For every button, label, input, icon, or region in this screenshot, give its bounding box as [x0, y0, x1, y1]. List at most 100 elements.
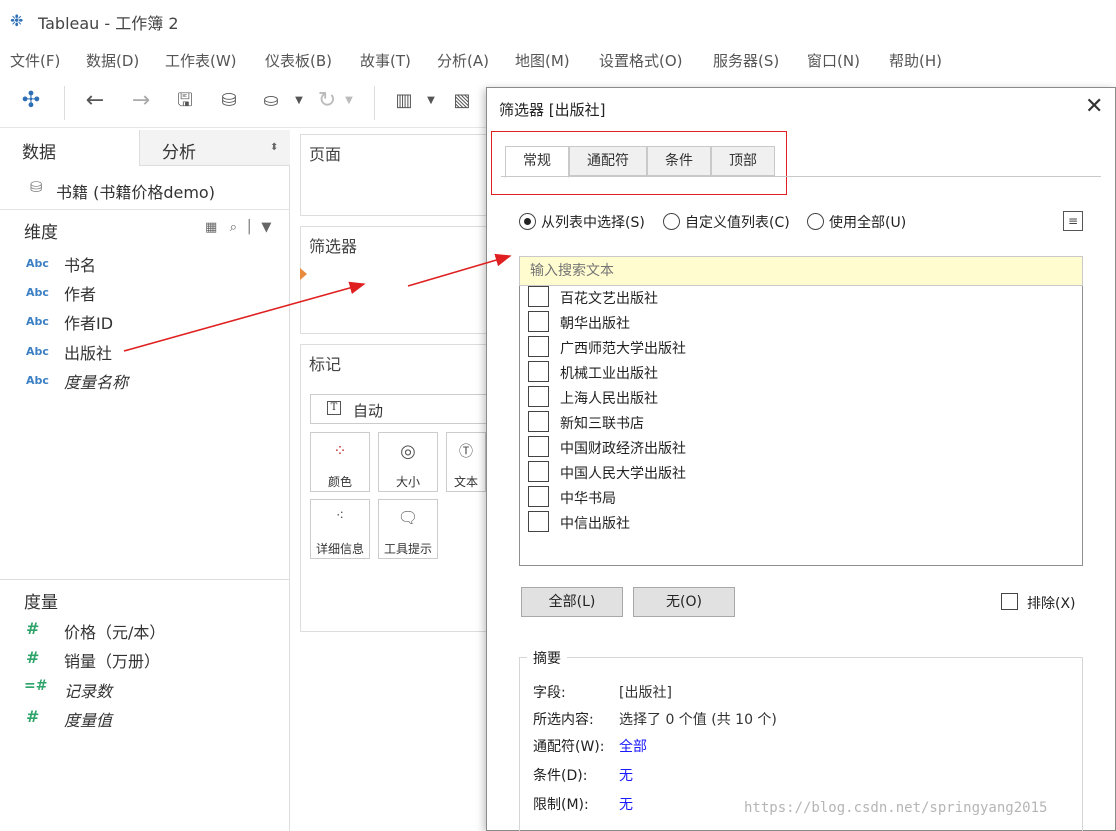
list-item-label: 中国财政经济出版社: [560, 441, 686, 457]
grid-view-icon[interactable]: ▦: [205, 220, 217, 235]
checkbox[interactable]: [528, 311, 549, 332]
list-item-label: 新知三联书店: [560, 416, 644, 432]
tooltip-button[interactable]: 🗨 工具提示: [378, 499, 438, 559]
field-name: 价格（元/本）: [64, 623, 166, 642]
chevron-down-icon[interactable]: ▼: [424, 88, 438, 114]
tab-analysis[interactable]: 分析: [140, 130, 290, 166]
summary-title: 摘要: [527, 648, 567, 668]
sort-icon[interactable]: ⬍: [270, 142, 278, 153]
checkbox[interactable]: [528, 461, 549, 482]
back-arrow-icon[interactable]: ←: [82, 88, 108, 114]
radio-circle: [519, 213, 536, 230]
checkbox[interactable]: [528, 336, 549, 357]
text-mark-icon: T: [327, 401, 341, 415]
menu-dashboard[interactable]: 仪表板(B): [265, 50, 332, 71]
number-type-icon: #: [26, 707, 40, 726]
chevron-down-icon[interactable]: ▼: [261, 220, 271, 235]
tab-general[interactable]: 常规: [505, 146, 569, 178]
datasource-name: 书籍 (书籍价格demo): [56, 183, 215, 202]
number-type-icon: #: [26, 648, 40, 667]
field-name: 度量名称: [64, 373, 129, 392]
chevron-down-icon[interactable]: ▼: [292, 88, 306, 114]
tab-data[interactable]: 数据: [0, 130, 140, 166]
color-button[interactable]: ⁘ 颜色: [310, 432, 370, 492]
list-item-label: 广西师范大学出版社: [560, 341, 686, 357]
menu-map[interactable]: 地图(M): [515, 50, 570, 71]
select-none-button[interactable]: 无(O): [633, 587, 735, 617]
exclude-label: 排除(X): [1027, 596, 1076, 612]
checkbox[interactable]: [528, 511, 549, 532]
dimensions-header: 维度: [24, 223, 58, 243]
checkbox[interactable]: [528, 386, 549, 407]
menu-data[interactable]: 数据(D): [86, 50, 139, 71]
wildcard-link[interactable]: 全部: [619, 736, 647, 756]
limit-link[interactable]: 无: [619, 794, 633, 814]
color-dots-icon: ⁘: [333, 441, 347, 460]
filters-shelf-title: 筛选器: [309, 237, 358, 256]
size-button[interactable]: ◎ 大小: [378, 432, 438, 492]
string-type-icon: Abc: [26, 257, 49, 270]
pages-shelf[interactable]: 页面: [300, 134, 500, 216]
radio-circle: [807, 213, 824, 230]
menu-file[interactable]: 文件(F): [10, 50, 60, 71]
list-item-label: 百花文艺出版社: [560, 291, 658, 307]
condition-link[interactable]: 无: [619, 765, 633, 785]
new-datasource-icon[interactable]: ⛁: [216, 88, 242, 114]
tooltip-icon: 🗨: [397, 508, 419, 527]
text-label: 文本: [453, 475, 478, 489]
tableau-logo-icon[interactable]: ✣: [18, 88, 44, 114]
close-icon[interactable]: ✕: [1085, 94, 1103, 119]
checkbox[interactable]: [528, 286, 549, 307]
search-input[interactable]: [519, 256, 1083, 286]
pause-updates-icon[interactable]: ⛀: [258, 88, 284, 114]
toolbar-separator: [64, 86, 65, 120]
exclude-checkbox[interactable]: [1001, 593, 1018, 610]
checkbox[interactable]: [528, 411, 549, 432]
detail-button[interactable]: ⁖ 详细信息: [310, 499, 370, 559]
menu-help[interactable]: 帮助(H): [889, 50, 942, 71]
refresh-icon[interactable]: ↻: [314, 88, 340, 114]
list-item-label: 中国人民大学出版社: [560, 466, 686, 482]
radio-label: 从列表中选择(S): [541, 215, 645, 231]
tab-wildcard[interactable]: 通配符: [569, 146, 647, 176]
list-item-label: 中华书局: [560, 491, 616, 507]
radio-label: 使用全部(U): [829, 215, 907, 231]
chevron-down-icon[interactable]: ▼: [342, 88, 356, 114]
menu-window[interactable]: 窗口(N): [807, 50, 860, 71]
database-icon: ⛁: [30, 178, 43, 196]
search-icon[interactable]: ⌕: [230, 220, 237, 235]
show-me-icon[interactable]: ▧: [448, 88, 476, 114]
menu-story[interactable]: 故事(T): [360, 50, 411, 71]
menu-format[interactable]: 设置格式(O): [599, 50, 683, 71]
text-button[interactable]: Ⓣ 文本: [446, 432, 486, 492]
select-all-button[interactable]: 全部(L): [521, 587, 623, 617]
menu-bar: 文件(F) 数据(D) 工作表(W) 仪表板(B) 故事(T) 分析(A) 地图…: [0, 44, 1116, 74]
list-menu-icon[interactable]: ≡: [1063, 211, 1083, 231]
summary-label: 条件(D):: [533, 768, 588, 784]
menu-analysis[interactable]: 分析(A): [437, 50, 489, 71]
detail-label: 详细信息: [315, 542, 364, 556]
checkbox[interactable]: [528, 361, 549, 382]
datasource-row[interactable]: ⛁ 书籍 (书籍价格demo): [0, 170, 290, 210]
new-sheet-icon[interactable]: ▥: [390, 88, 418, 114]
tab-condition[interactable]: 条件: [647, 146, 711, 176]
mark-type-label: 自动: [353, 402, 384, 420]
list-item-label: 中信出版社: [560, 516, 630, 532]
checkbox[interactable]: [528, 486, 549, 507]
radio-circle: [663, 213, 680, 230]
save-icon[interactable]: 🖫: [172, 88, 198, 114]
mark-type-dropdown[interactable]: T 自动: [310, 394, 490, 424]
summary-value: [出版社]: [619, 685, 672, 701]
tab-top[interactable]: 顶部: [711, 146, 775, 176]
field-name: 度量值: [64, 711, 113, 730]
watermark: https://blog.csdn.net/springyang2015: [744, 800, 1048, 816]
forward-arrow-icon[interactable]: →: [128, 88, 154, 114]
filters-shelf[interactable]: 筛选器: [300, 226, 500, 334]
measures-header: 度量: [24, 593, 58, 613]
menu-worksheet[interactable]: 工作表(W): [165, 50, 237, 71]
summary-value: 选择了 0 个值 (共 10 个): [619, 712, 777, 728]
list-item-label: 朝华出版社: [560, 316, 630, 332]
checkbox[interactable]: [528, 436, 549, 457]
menu-server[interactable]: 服务器(S): [713, 50, 779, 71]
summary-label: 通配符(W):: [533, 739, 605, 755]
